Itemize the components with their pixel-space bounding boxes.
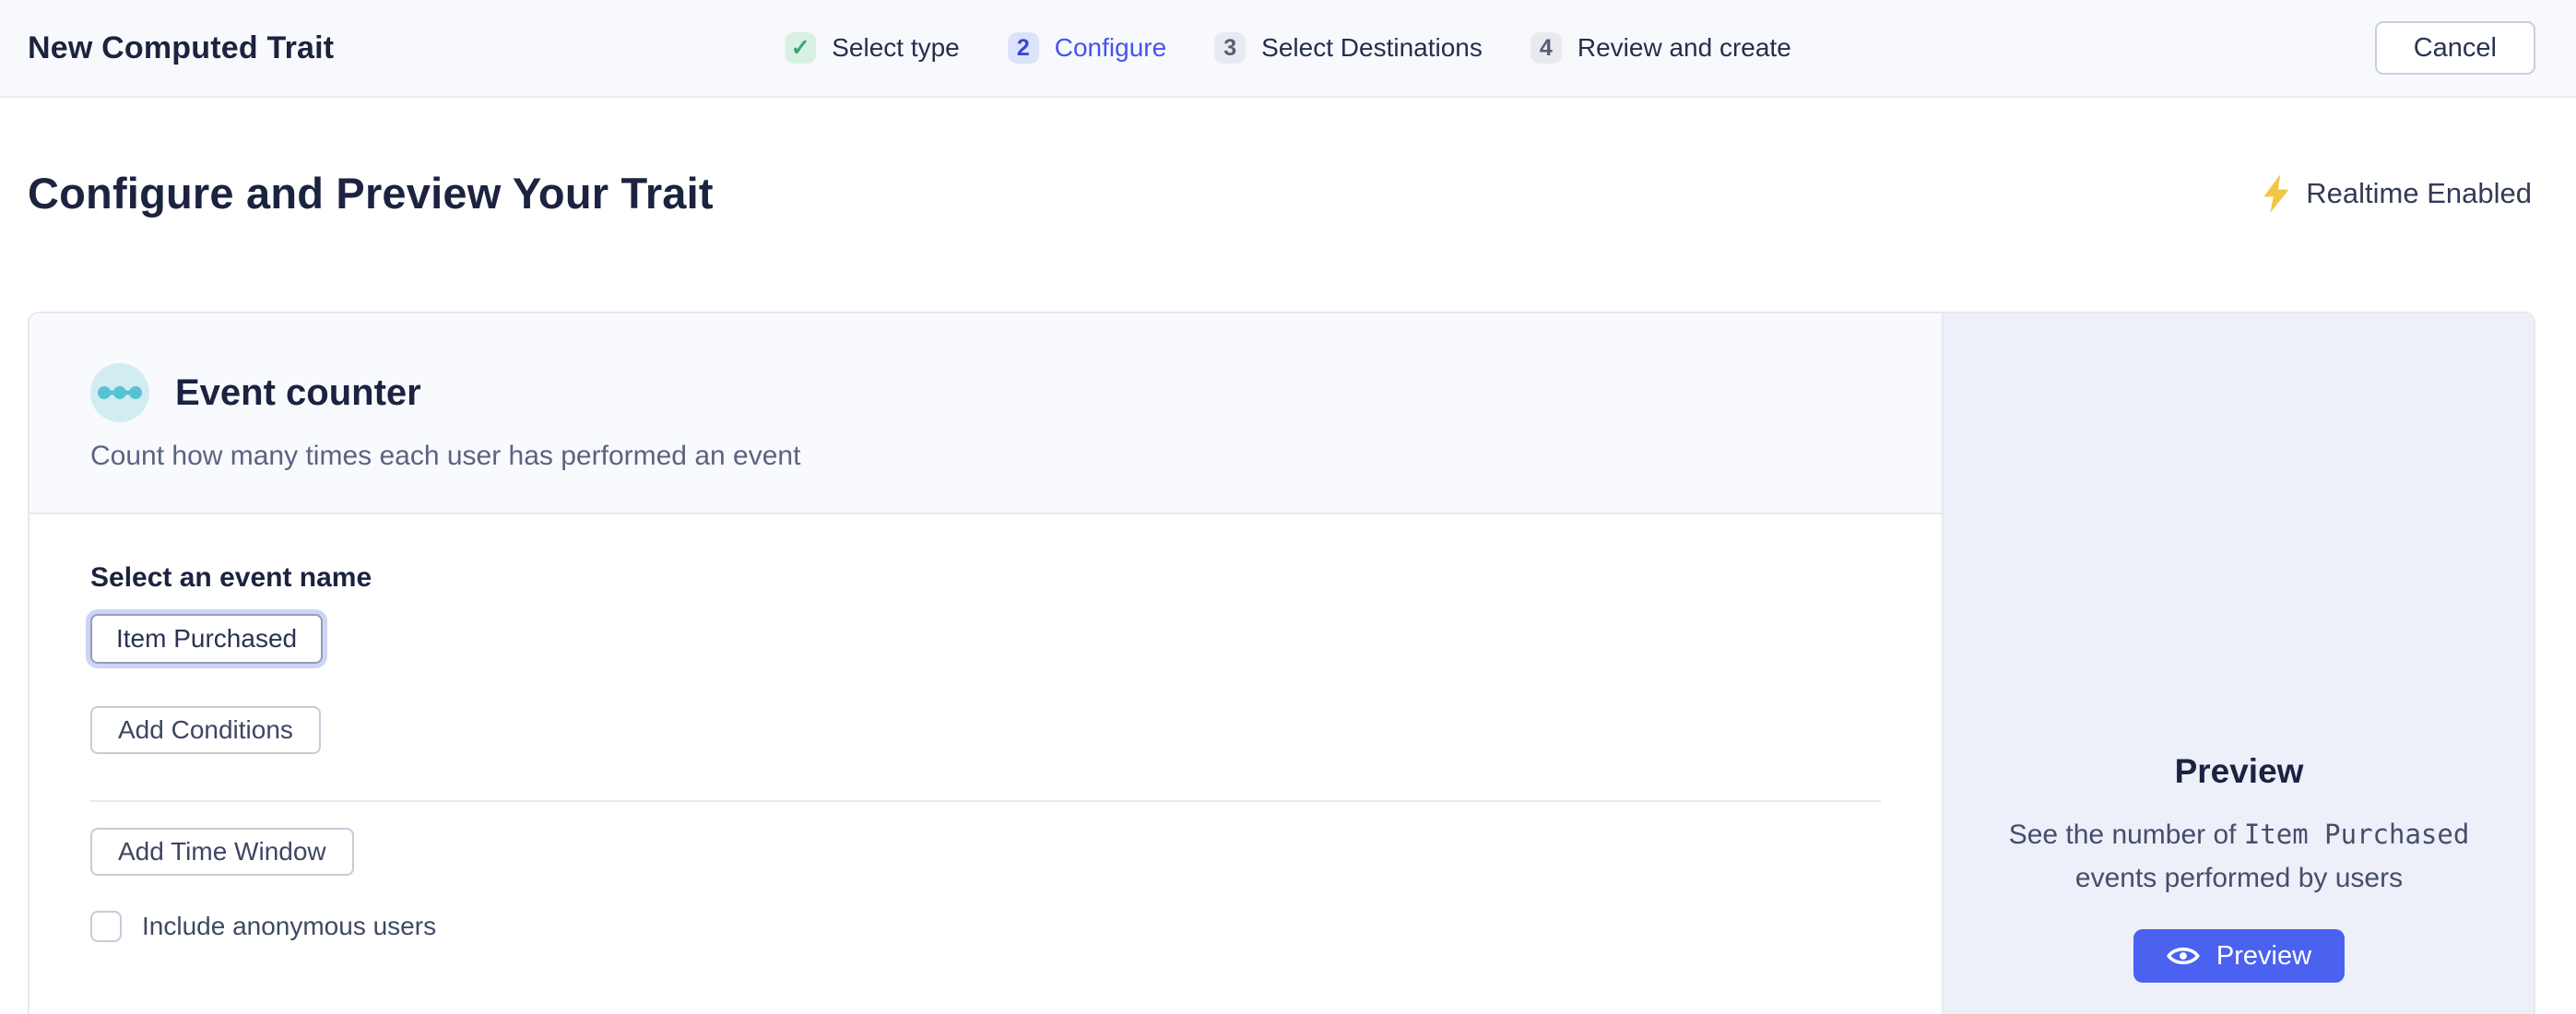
trait-config-main: Event counter Count how many times each … [30, 313, 1942, 1014]
trait-type-description: Count how many times each user has perfo… [90, 441, 1881, 472]
preview-description: See the number of Item Purchased events … [1980, 813, 2498, 900]
preview-button[interactable]: Preview [2133, 929, 2345, 983]
step-label: Select type [832, 33, 960, 63]
realtime-badge: Realtime Enabled [2262, 174, 2532, 213]
event-name-select[interactable]: Item Purchased [90, 614, 323, 664]
step-select-type[interactable]: ✓ Select type [785, 32, 960, 64]
window-title: New Computed Trait [28, 30, 334, 66]
step-number-badge: 2 [1008, 32, 1039, 64]
page-title: Configure and Preview Your Trait [28, 168, 714, 218]
include-anonymous-checkbox[interactable] [90, 911, 122, 942]
preview-description-prefix: See the number of [2009, 819, 2244, 850]
eye-icon [2167, 945, 2200, 967]
anonymous-users-row: Include anonymous users [90, 911, 1881, 942]
realtime-label: Realtime Enabled [2306, 177, 2532, 210]
step-number-badge: 4 [1530, 32, 1562, 64]
top-bar: New Computed Trait ✓ Select type 2 Confi… [0, 0, 2576, 98]
step-label: Configure [1055, 33, 1166, 63]
step-label: Review and create [1578, 33, 1791, 63]
add-conditions-button[interactable]: Add Conditions [90, 706, 321, 754]
preview-panel: Preview See the number of Item Purchased… [1942, 313, 2535, 1014]
add-time-window-button[interactable]: Add Time Window [90, 828, 354, 876]
step-review-and-create[interactable]: 4 Review and create [1530, 32, 1791, 64]
trait-config-card: Event counter Count how many times each … [28, 312, 2535, 1014]
step-number-badge: 3 [1214, 32, 1246, 64]
event-counter-icon [90, 363, 149, 422]
event-name-label: Select an event name [90, 562, 1881, 594]
wizard-stepper: ✓ Select type 2 Configure 3 Select Desti… [785, 0, 1791, 96]
lightning-bolt-icon [2262, 174, 2291, 213]
preview-panel-title: Preview [2175, 752, 2304, 791]
trait-type-title: Event counter [175, 372, 421, 414]
step-label: Select Destinations [1261, 33, 1483, 63]
check-icon: ✓ [785, 32, 816, 64]
preview-event-name: Item Purchased [2244, 819, 2469, 850]
step-configure[interactable]: 2 Configure [1008, 32, 1166, 64]
trait-config-form: Select an event name Item Purchased Add … [30, 514, 1942, 1014]
page-heading-row: Configure and Preview Your Trait Realtim… [28, 168, 2532, 218]
cancel-button[interactable]: Cancel [2375, 21, 2535, 75]
include-anonymous-label: Include anonymous users [142, 912, 436, 941]
trait-type-header: Event counter Count how many times each … [30, 313, 1942, 514]
step-select-destinations[interactable]: 3 Select Destinations [1214, 32, 1483, 64]
preview-description-suffix: events performed by users [2075, 863, 2403, 893]
preview-button-label: Preview [2216, 941, 2311, 972]
